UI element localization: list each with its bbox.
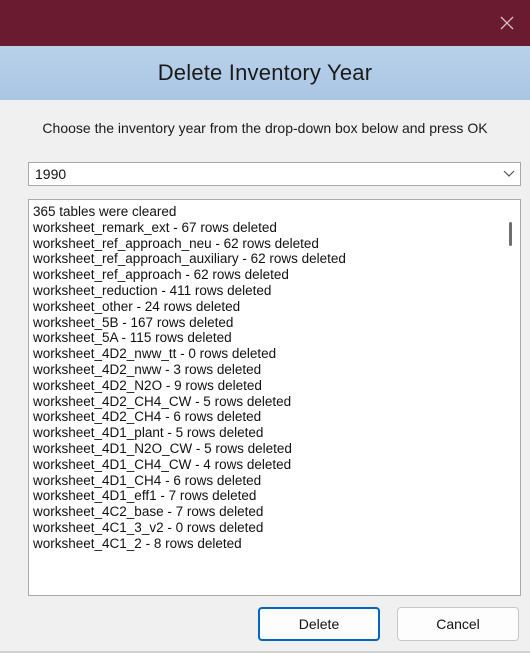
log-line: worksheet_ref_approach - 62 rows deleted	[33, 267, 289, 283]
log-line: worksheet_4C1_3_v2 - 0 rows deleted	[33, 519, 264, 535]
log-line: worksheet_ref_approach_neu - 62 rows del…	[33, 235, 319, 251]
log-line: worksheet_ref_approach_auxiliary - 62 ro…	[33, 251, 346, 267]
log-line: worksheet_4C2_base - 7 rows deleted	[33, 504, 264, 520]
log-line: worksheet_4D1_CH4_CW - 4 rows deleted	[33, 456, 292, 472]
log-line: worksheet_5A - 115 rows deleted	[33, 330, 232, 346]
log-line: worksheet_remark_ext - 67 rows deleted	[33, 219, 277, 235]
log-line: worksheet_reduction - 411 rows deleted	[33, 282, 272, 298]
log-line: worksheet_4D2_N2O - 9 rows deleted	[33, 377, 262, 393]
year-dropdown-value: 1990	[35, 166, 67, 182]
log-line: worksheet_4C1_2 - 8 rows deleted	[33, 535, 242, 551]
chevron-down-icon	[503, 170, 515, 177]
log-line: worksheet_other - 24 rows deleted	[33, 298, 241, 314]
log-line: worksheet_4D1_plant - 5 rows deleted	[33, 425, 264, 441]
log-line: 365 tables were cleared	[33, 204, 177, 219]
title-bar	[0, 0, 530, 46]
log-lines: 365 tables were cleared worksheet_remark_…	[33, 204, 498, 552]
close-button[interactable]	[484, 0, 530, 46]
scrollbar-thumb[interactable]	[509, 222, 512, 246]
log-line: worksheet_5B - 167 rows deleted	[33, 314, 234, 330]
log-line: worksheet_4D1_N2O_CW - 5 rows deleted	[33, 440, 292, 456]
cancel-button[interactable]: Cancel	[397, 607, 519, 641]
year-dropdown[interactable]: 1990	[28, 162, 521, 186]
log-line: worksheet_4D2_CH4 - 6 rows deleted	[33, 409, 262, 425]
log-output[interactable]: 365 tables were cleared worksheet_remark_…	[28, 199, 521, 596]
log-line: worksheet_4D2_CH4_CW - 5 rows deleted	[33, 393, 292, 409]
dialog-header: Delete Inventory Year	[0, 46, 530, 100]
instruction-text: Choose the inventory year from the drop-…	[42, 120, 488, 136]
log-line: worksheet_4D1_CH4 - 6 rows deleted	[33, 472, 262, 488]
delete-button[interactable]: Delete	[258, 607, 380, 641]
close-icon	[500, 16, 514, 30]
log-line: worksheet_4D1_eff1 - 7 rows deleted	[33, 488, 257, 504]
log-scrollbar[interactable]	[502, 200, 520, 595]
dialog-title: Delete Inventory Year	[157, 60, 373, 85]
log-line: worksheet_4D2_nww - 3 rows deleted	[33, 361, 262, 377]
log-line: worksheet_4D2_nww_tt - 0 rows deleted	[33, 346, 277, 362]
